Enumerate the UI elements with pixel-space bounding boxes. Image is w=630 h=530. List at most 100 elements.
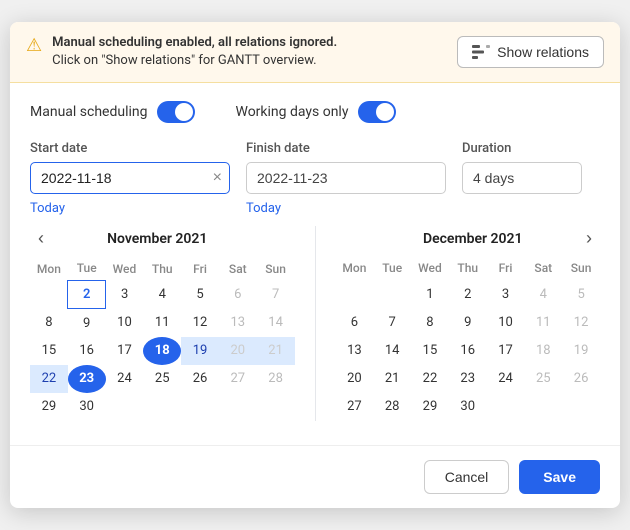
calendar-day[interactable]: 22	[30, 365, 68, 393]
empty-cell	[562, 392, 600, 420]
finish-date-label: Finish date	[246, 141, 446, 156]
dates-row: Start date × Today Finish date Today Dur…	[30, 141, 600, 216]
calendar-day[interactable]: 11	[524, 308, 562, 336]
table-row: 20 21 22 23 24 25 26	[336, 364, 601, 392]
calendar-day[interactable]: 5	[562, 280, 600, 308]
calendar-day[interactable]: 16	[449, 336, 487, 364]
start-date-group: Start date × Today	[30, 141, 230, 216]
table-row: 8 9 10 11 12 13 14	[30, 309, 295, 337]
working-days-toggle[interactable]	[358, 101, 396, 123]
calendar-day[interactable]: 5	[181, 281, 219, 309]
calendar-day[interactable]: 4	[524, 280, 562, 308]
calendar-day[interactable]: 19	[181, 337, 219, 365]
calendar-day[interactable]: 4	[143, 281, 181, 309]
banner-text: Manual scheduling enabled, all relations…	[52, 34, 337, 70]
start-date-input[interactable]	[30, 162, 230, 194]
calendar-day[interactable]: 2	[68, 281, 106, 309]
calendar-day[interactable]: 25	[143, 365, 181, 393]
empty-cell	[143, 393, 181, 421]
calendar-day[interactable]: 30	[449, 392, 487, 420]
calendar-day[interactable]: 30	[68, 393, 106, 421]
calendar-divider	[315, 226, 316, 421]
start-date-input-wrap: ×	[30, 162, 230, 194]
empty-cell	[336, 280, 374, 308]
calendar-day[interactable]: 13	[219, 309, 257, 337]
next-month-button[interactable]: ›	[580, 226, 598, 251]
calendar-day[interactable]: 9	[68, 309, 106, 337]
toggles-row: Manual scheduling Working days only	[30, 101, 600, 123]
calendar-day[interactable]: 8	[411, 308, 449, 336]
november-header: ‹ November 2021	[30, 226, 295, 251]
calendar-day[interactable]: 26	[181, 365, 219, 393]
calendar-day[interactable]: 12	[181, 309, 219, 337]
table-row: 6 7 8 9 10 11 12	[336, 308, 601, 336]
col-sat: Sat	[219, 259, 257, 281]
calendar-day[interactable]: 6	[219, 281, 257, 309]
calendar-day[interactable]: 20	[219, 337, 257, 365]
calendar-day-selected-end[interactable]: 23	[68, 365, 106, 393]
duration-input[interactable]	[462, 162, 582, 194]
working-days-label: Working days only	[235, 104, 348, 120]
calendar-day[interactable]: 11	[143, 309, 181, 337]
calendar-day[interactable]: 28	[257, 365, 295, 393]
calendar-day[interactable]: 14	[373, 336, 411, 364]
save-button[interactable]: Save	[519, 460, 600, 494]
calendar-day[interactable]: 2	[449, 280, 487, 308]
calendar-day-selected-start[interactable]: 18	[143, 337, 181, 365]
finish-date-input[interactable]	[246, 162, 446, 194]
calendar-day[interactable]: 17	[106, 337, 144, 365]
calendar-day[interactable]: 26	[562, 364, 600, 392]
calendar-day[interactable]: 8	[30, 309, 68, 337]
calendar-day[interactable]: 3	[487, 280, 525, 308]
manual-scheduling-toggle[interactable]	[157, 101, 195, 123]
calendar-day[interactable]: 9	[449, 308, 487, 336]
calendar-day[interactable]: 10	[487, 308, 525, 336]
start-date-clear-button[interactable]: ×	[213, 170, 222, 186]
col-mon: Mon	[30, 259, 68, 281]
table-row: 13 14 15 16 17 18 19	[336, 336, 601, 364]
calendar-day[interactable]: 15	[30, 337, 68, 365]
calendar-day[interactable]: 12	[562, 308, 600, 336]
cancel-button[interactable]: Cancel	[424, 460, 510, 494]
calendar-day[interactable]: 7	[373, 308, 411, 336]
calendar-day[interactable]: 21	[373, 364, 411, 392]
empty-cell	[524, 392, 562, 420]
calendar-day[interactable]: 27	[336, 392, 374, 420]
calendar-day[interactable]: 13	[336, 336, 374, 364]
calendar-day[interactable]: 7	[257, 281, 295, 309]
calendar-day[interactable]: 27	[219, 365, 257, 393]
calendar-day[interactable]: 24	[106, 365, 144, 393]
col-fri: Fri	[181, 259, 219, 281]
calendar-day[interactable]: 17	[487, 336, 525, 364]
november-title: November 2021	[107, 231, 207, 247]
calendar-day[interactable]: 6	[336, 308, 374, 336]
calendar-day[interactable]: 21	[257, 337, 295, 365]
show-relations-button[interactable]: Show relations	[457, 36, 604, 68]
calendar-day[interactable]: 28	[373, 392, 411, 420]
calendar-day[interactable]: 29	[30, 393, 68, 421]
calendar-day[interactable]: 22	[411, 364, 449, 392]
calendar-day[interactable]: 25	[524, 364, 562, 392]
calendar-day[interactable]: 20	[336, 364, 374, 392]
calendar-day[interactable]: 14	[257, 309, 295, 337]
finish-date-today-link[interactable]: Today	[246, 201, 446, 216]
calendar-day[interactable]: 10	[106, 309, 144, 337]
calendar-day[interactable]: 1	[411, 280, 449, 308]
empty-cell	[257, 393, 295, 421]
start-date-today-link[interactable]: Today	[30, 201, 230, 216]
calendar-day[interactable]: 23	[449, 364, 487, 392]
finish-date-group: Finish date Today	[246, 141, 446, 216]
calendar-day[interactable]: 3	[106, 281, 144, 309]
duration-label: Duration	[462, 141, 582, 156]
col-thu: Thu	[449, 259, 487, 280]
col-sun: Sun	[257, 259, 295, 281]
calendar-day[interactable]: 18	[524, 336, 562, 364]
calendar-day[interactable]: 19	[562, 336, 600, 364]
col-sat: Sat	[524, 259, 562, 280]
calendar-day[interactable]: 15	[411, 336, 449, 364]
col-tue: Tue	[373, 259, 411, 280]
calendar-day[interactable]: 16	[68, 337, 106, 365]
calendar-day[interactable]: 24	[487, 364, 525, 392]
prev-month-button[interactable]: ‹	[32, 226, 50, 251]
calendar-day[interactable]: 29	[411, 392, 449, 420]
